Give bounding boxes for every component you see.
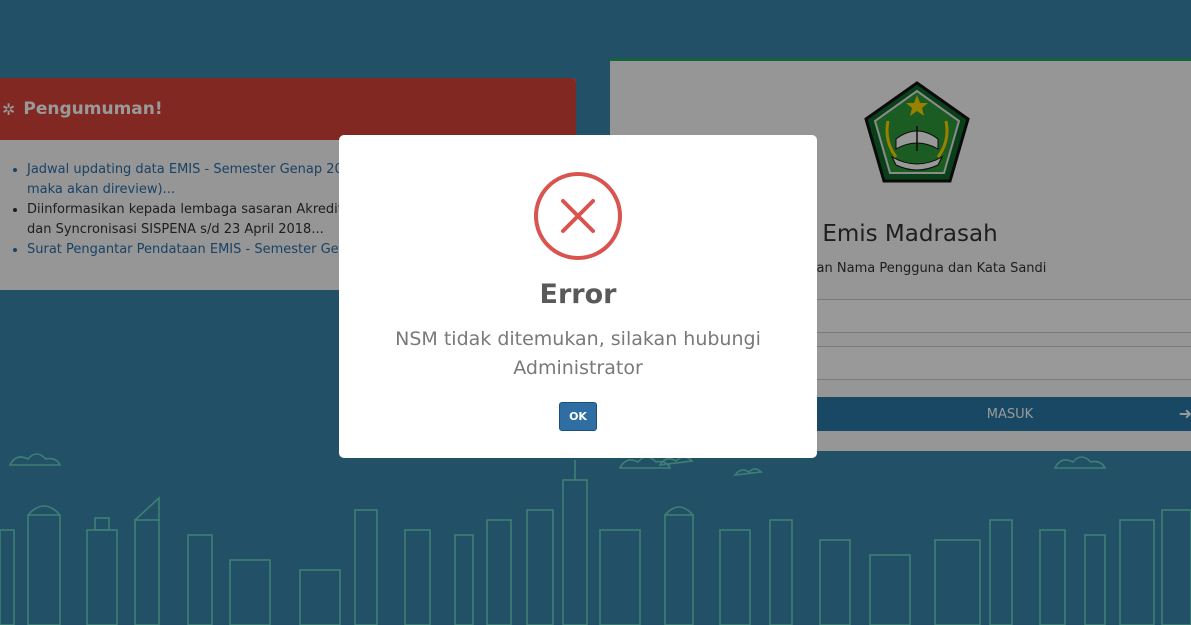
error-x-icon [534,172,622,260]
dialog-title: Error [539,279,617,310]
error-dialog: Error NSM tidak ditemukan, silakan hubun… [339,135,817,458]
ok-button[interactable]: OK [559,402,597,431]
dialog-message: NSM tidak ditemukan, silakan hubungi Adm… [395,328,761,379]
